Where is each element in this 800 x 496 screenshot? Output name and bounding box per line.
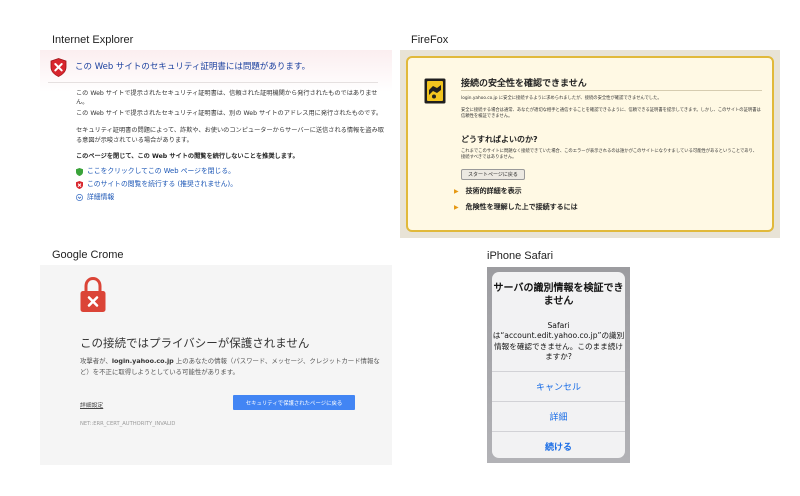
firefox-divider bbox=[461, 90, 762, 91]
expand-triangle-icon: ▶ bbox=[454, 187, 459, 195]
caption-firefox: FireFox bbox=[411, 34, 449, 46]
ie-certificate-error-page: この Web サイトのセキュリティ証明書には問題があります。 この Web サイ… bbox=[40, 50, 392, 238]
firefox-description-2: 安全に接続する場合は通常、あなたが適切な相手と通信することを確認できるように、信… bbox=[461, 108, 761, 120]
ie-more-info-label: 詳細情報 bbox=[87, 193, 115, 202]
safari-alert-title: サーバの識別情報を検証できません bbox=[493, 283, 624, 307]
safari-alert-message: Safariは“account.edit.yahoo.co.jp”の識別情報を確… bbox=[492, 321, 625, 361]
chrome-page-title: この接続ではプライバシーが保護されません bbox=[80, 336, 310, 350]
ie-paragraph-mismatch: この Web サイトで提示されたセキュリティ証明書は、別の Web サイトのアド… bbox=[76, 109, 383, 117]
safari-details-button[interactable]: 詳細 bbox=[492, 401, 625, 431]
caption-iphone-safari: iPhone Safari bbox=[487, 250, 554, 262]
chrome-error-code: NET::ERR_CERT_AUTHORITY_INVALID bbox=[80, 421, 176, 427]
ie-recommendation: このページを閉じて、この Web サイトの閲覧を続行しないことを推奨します。 bbox=[76, 153, 299, 161]
firefox-get-me-out-button[interactable]: スタートページに戻る bbox=[461, 169, 525, 180]
safari-alert-dialog: サーバの識別情報を検証できません Safariは“account.edit.ya… bbox=[492, 272, 625, 458]
broken-lock-icon bbox=[80, 277, 106, 312]
chrome-advanced-link[interactable]: 詳細設定 bbox=[80, 400, 103, 409]
caption-internet-explorer: Internet Explorer bbox=[52, 34, 134, 46]
ie-divider bbox=[48, 82, 378, 83]
ie-paragraph-warning: セキュリティ証明書の問題によって、詐欺や、お使いのコンピューターからサーバーに送… bbox=[76, 127, 384, 144]
firefox-description-3: これまでこのサイトに問題なく接続できていた場合、このエラーが表示されるのは誰かが… bbox=[461, 149, 758, 161]
firefox-technical-details-label: 技術的詳細を表示 bbox=[465, 187, 522, 195]
ie-paragraph-untrusted: この Web サイトで提示されたセキュリティ証明書は、信頼された証明機関から発行… bbox=[76, 90, 378, 107]
ie-close-page-link[interactable]: ここをクリックしてこの Web ページを閉じる。 bbox=[76, 165, 384, 178]
safari-continue-button[interactable]: 続ける bbox=[492, 431, 625, 458]
ie-more-info-link[interactable]: 詳細情報 bbox=[76, 191, 384, 204]
caption-google-chrome: Google Crome bbox=[52, 249, 124, 261]
firefox-untrusted-connection-page: 接続の安全性を確認できません login.yahoo.co.jp に安全に接続す… bbox=[400, 50, 780, 238]
green-shield-icon bbox=[76, 167, 83, 176]
safari-cancel-button[interactable]: キャンセル bbox=[492, 371, 625, 401]
chrome-warning-text: 攻撃者が、login.yahoo.co.jp 上のあなたの情報（パスワード、メッ… bbox=[80, 356, 380, 378]
firefox-description-1: login.yahoo.co.jp に安全に接続するように求められましたが、接続… bbox=[461, 96, 662, 101]
ie-body: この Web サイトで提示されたセキュリティ証明書は、信頼された証明機関から発行… bbox=[76, 89, 384, 204]
firefox-what-should-i-do-heading: どうすればよいのか? bbox=[461, 135, 538, 144]
safari-alert-screen: サーバの識別情報を検証できません Safariは“account.edit.ya… bbox=[487, 267, 630, 463]
ie-close-page-label: ここをクリックしてこの Web ページを閉じる。 bbox=[87, 167, 235, 176]
firefox-page-title: 接続の安全性を確認できません bbox=[461, 79, 587, 89]
ie-continue-label: このサイトの閲覧を続行する (推奨されません)。 bbox=[87, 180, 237, 189]
shield-error-icon bbox=[50, 58, 67, 77]
police-officer-icon bbox=[424, 78, 446, 104]
chrome-warning-prefix: 攻撃者が、 bbox=[80, 357, 112, 365]
chrome-domain: login.yahoo.co.jp bbox=[111, 357, 174, 365]
expand-triangle-icon: ▶ bbox=[454, 203, 459, 211]
firefox-understand-risks-label: 危険性を理解した上で接続するには bbox=[465, 203, 578, 211]
firefox-error-panel: 接続の安全性を確認できません login.yahoo.co.jp に安全に接続す… bbox=[406, 56, 774, 232]
chevron-down-circle-icon bbox=[76, 194, 83, 202]
ie-header: この Web サイトのセキュリティ証明書には問題があります。 bbox=[40, 50, 392, 80]
firefox-understand-risks-expander[interactable]: ▶ 危険性を理解した上で接続するには bbox=[454, 202, 578, 212]
ie-page-title: この Web サイトのセキュリティ証明書には問題があります。 bbox=[75, 62, 311, 72]
red-shield-icon bbox=[76, 180, 83, 189]
ie-continue-link[interactable]: このサイトの閲覧を続行する (推奨されません)。 bbox=[76, 178, 384, 191]
firefox-technical-details-expander[interactable]: ▶ 技術的詳細を表示 bbox=[454, 186, 522, 196]
chrome-back-to-safety-button[interactable]: セキュリティで保護されたページに戻る bbox=[233, 395, 355, 410]
chrome-privacy-error-page: この接続ではプライバシーが保護されません 攻撃者が、login.yahoo.co… bbox=[40, 265, 392, 465]
